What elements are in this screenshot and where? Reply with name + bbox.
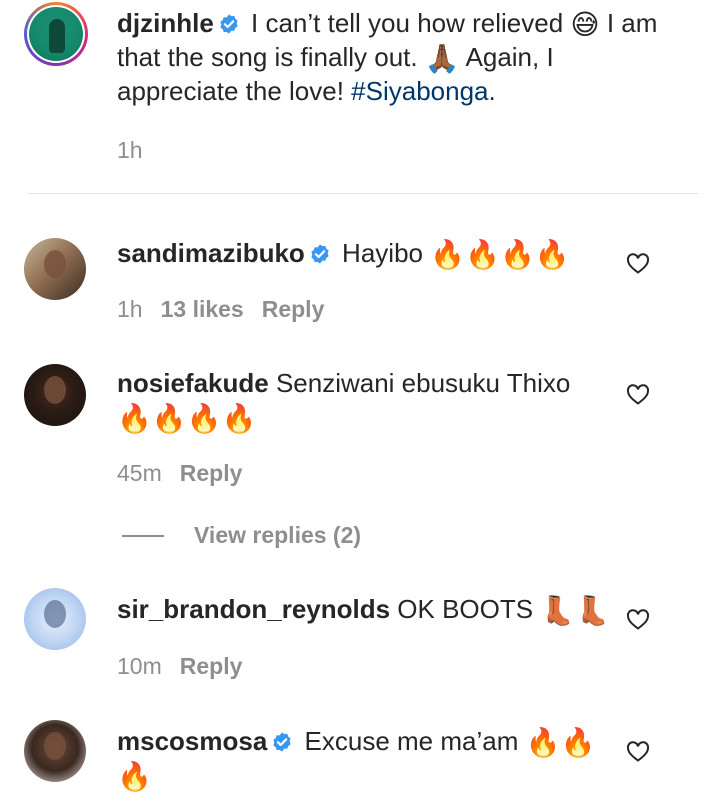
reply-button[interactable]: Reply (262, 296, 325, 322)
avatar[interactable] (24, 720, 86, 782)
avatar[interactable] (24, 588, 86, 650)
comment-meta: 45m Reply (117, 460, 242, 487)
fire-emoji: 🔥🔥🔥🔥 (430, 238, 570, 271)
heart-outline-icon[interactable] (626, 740, 650, 762)
comment-username[interactable]: nosiefakude (117, 368, 269, 398)
comment-text: sir_brandon_reynolds OK BOOTS 👢👢 (117, 594, 611, 626)
heart-outline-icon[interactable] (626, 252, 650, 274)
heart-outline-icon[interactable] (626, 608, 650, 630)
view-replies-line (122, 534, 164, 537)
comment-text: sandimazibuko Hayibo 🔥🔥🔥🔥 (117, 238, 570, 271)
caption-meta: 1h (117, 137, 143, 164)
boot-emoji: 👢👢 (540, 595, 611, 626)
view-replies-button[interactable]: View replies (2) (122, 522, 361, 549)
comment-meta: 1h 13 likes Reply (117, 296, 324, 323)
hashtag-link[interactable]: #Siyabonga (351, 76, 488, 106)
heart-outline-icon[interactable] (626, 383, 650, 405)
comment-meta: 10m Reply (117, 653, 242, 680)
caption-username[interactable]: djzinhle (117, 8, 214, 38)
fire-emoji: 🔥 (117, 760, 152, 793)
comment-time: 10m (117, 653, 162, 679)
comment-username[interactable]: mscosmosa (117, 726, 267, 756)
folded-hands-emoji: 🙏🏾 (424, 43, 460, 74)
verified-badge-icon (273, 732, 291, 752)
avatar[interactable] (24, 364, 86, 426)
caption-text: djzinhle I can’t tell you how relieved 😅… (117, 8, 658, 106)
caption-time: 1h (117, 137, 143, 163)
divider (28, 193, 698, 194)
fire-emoji: 🔥🔥 (525, 726, 596, 759)
comment-username[interactable]: sir_brandon_reynolds (117, 594, 390, 624)
reply-button[interactable]: Reply (180, 653, 243, 679)
avatar[interactable] (24, 238, 86, 300)
caption-avatar[interactable] (24, 2, 88, 66)
comment-time: 45m (117, 460, 162, 486)
comment-text: mscosmosa Excuse me ma’am 🔥🔥 🔥 (117, 726, 596, 793)
likes-count[interactable]: 13 likes (161, 296, 244, 322)
comment-username[interactable]: sandimazibuko (117, 238, 305, 268)
verified-badge-icon (311, 244, 329, 264)
grinning-sweat-emoji: 😅 (570, 9, 600, 40)
verified-badge-icon (220, 14, 238, 34)
reply-button[interactable]: Reply (180, 460, 243, 486)
comment-time: 1h (117, 296, 143, 322)
fire-emoji: 🔥🔥🔥🔥 (117, 402, 257, 435)
comment-text: nosiefakude Senziwani ebusuku Thixo 🔥🔥🔥🔥 (117, 368, 571, 435)
